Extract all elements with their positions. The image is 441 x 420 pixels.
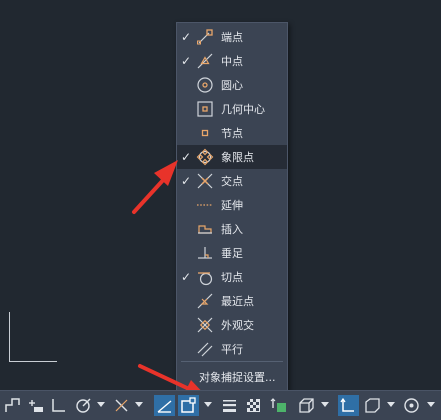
midpoint-snap-icon	[195, 52, 215, 70]
menu-item-label: 中点	[221, 55, 243, 68]
parallel-snap-icon	[195, 340, 215, 358]
menu-item-nearest[interactable]: 最近点	[177, 289, 287, 313]
menu-item-label: 交点	[221, 175, 243, 188]
chevron-down-icon[interactable]	[320, 398, 329, 412]
menu-item-quadrant[interactable]: ✓ 象限点	[177, 145, 287, 169]
intersection-snap-icon	[195, 172, 215, 190]
perpendicular-snap-icon	[195, 244, 215, 262]
geometric-center-snap-icon	[195, 100, 215, 118]
object-snap-tracking-icon[interactable]	[154, 395, 175, 416]
menu-item-label: 外观交	[221, 319, 254, 332]
chevron-down-icon[interactable]	[426, 398, 435, 412]
extension-snap-icon	[195, 196, 215, 214]
menu-item-center[interactable]: 圆心	[177, 73, 287, 97]
menu-item-label: 节点	[221, 127, 243, 140]
menu-item-insert[interactable]: 插入	[177, 217, 287, 241]
lineweight-icon[interactable]	[219, 395, 240, 416]
check-icon: ✓	[180, 54, 192, 68]
polar-tracking-icon[interactable]	[73, 395, 94, 416]
menu-item-tangent[interactable]: ✓ 切点	[177, 265, 287, 289]
transparency-icon[interactable]	[243, 395, 264, 416]
menu-item-node[interactable]: 节点	[177, 121, 287, 145]
chevron-down-icon[interactable]	[386, 398, 395, 412]
menu-divider	[181, 361, 283, 362]
status-bar	[0, 390, 441, 420]
menu-item-apparent-intersection[interactable]: 外观交	[177, 313, 287, 337]
menu-item-endpoint[interactable]: ✓ 端点	[177, 25, 287, 49]
quadrant-snap-icon	[195, 148, 215, 166]
chevron-down-icon[interactable]	[96, 398, 105, 412]
dynamic-input-icon[interactable]	[25, 395, 46, 416]
menu-item-label: 插入	[221, 223, 243, 236]
tangent-snap-icon	[195, 268, 215, 286]
menu-item-intersection[interactable]: ✓ 交点	[177, 169, 287, 193]
ucs-x-axis	[9, 361, 57, 362]
object-snap-dropdown-chevron-icon[interactable]	[203, 398, 212, 412]
dynamic-ucs-icon[interactable]	[338, 395, 359, 416]
3d-object-snap-icon[interactable]	[296, 395, 317, 416]
menu-item-geometric-center[interactable]: 几何中心	[177, 97, 287, 121]
object-snap-settings-item[interactable]: 对象捕捉设置...	[177, 365, 287, 389]
insert-snap-icon	[195, 220, 215, 238]
selection-cycling-icon[interactable]	[268, 395, 289, 416]
menu-item-parallel[interactable]: 平行	[177, 337, 287, 361]
nearest-snap-icon	[195, 292, 215, 310]
endpoint-snap-icon	[195, 28, 215, 46]
gizmo-icon[interactable]	[401, 395, 422, 416]
object-snap-menu: ✓ 端点 ✓ 中点 圆心 几何中心 节点 ✓ 象限点 ✓ 交点 延伸 插入 垂足…	[176, 22, 288, 391]
apparent-intersection-snap-icon	[195, 316, 215, 334]
check-icon: ✓	[180, 150, 192, 164]
menu-item-label: 象限点	[221, 151, 254, 164]
menu-item-label: 几何中心	[221, 103, 265, 116]
menu-item-label: 端点	[221, 31, 243, 44]
object-snap-icon[interactable]	[178, 395, 199, 416]
menu-item-label: 圆心	[221, 79, 243, 92]
snap-mode-icon[interactable]	[2, 395, 23, 416]
menu-item-label: 切点	[221, 271, 243, 284]
node-snap-icon	[195, 124, 215, 142]
chevron-down-icon[interactable]	[134, 398, 143, 412]
menu-item-label: 最近点	[221, 295, 254, 308]
menu-item-label: 垂足	[221, 247, 243, 260]
menu-item-label: 延伸	[221, 199, 243, 212]
ucs-y-axis	[9, 312, 10, 362]
menu-item-perpendicular[interactable]: 垂足	[177, 241, 287, 265]
menu-item-label: 平行	[221, 343, 243, 356]
menu-item-midpoint[interactable]: ✓ 中点	[177, 49, 287, 73]
selection-filter-icon[interactable]	[362, 395, 383, 416]
center-snap-icon	[195, 76, 215, 94]
check-icon: ✓	[180, 174, 192, 188]
check-icon: ✓	[180, 30, 192, 44]
check-icon: ✓	[180, 270, 192, 284]
ortho-mode-icon[interactable]	[48, 395, 69, 416]
menu-item-extension[interactable]: 延伸	[177, 193, 287, 217]
isometric-draft-icon[interactable]	[111, 395, 132, 416]
